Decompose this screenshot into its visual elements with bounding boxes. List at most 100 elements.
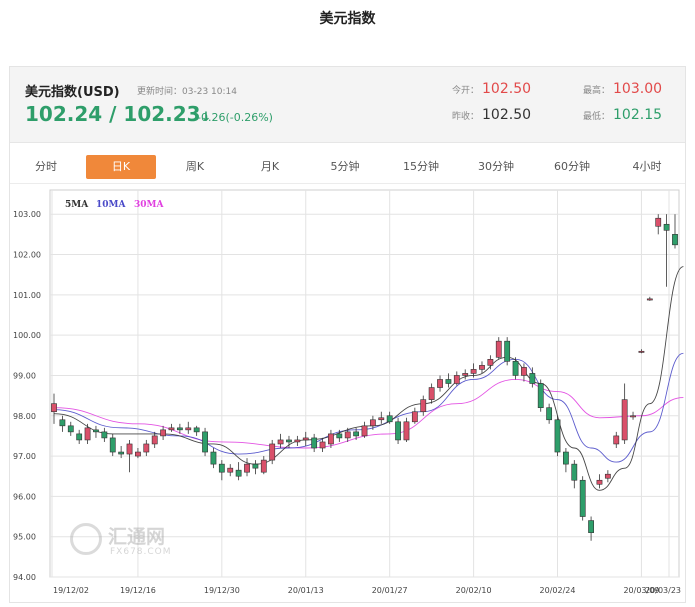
tab-30min[interactable]: 30分钟 [461, 155, 531, 179]
period-tabs: 分时 日K 周K 月K 5分钟 15分钟 30分钟 60分钟 4小时 [10, 143, 685, 184]
moving-average-lines [53, 266, 684, 491]
candle-body [93, 429, 99, 433]
candle [663, 214, 670, 287]
candle [378, 411, 385, 424]
candle-body [504, 340, 511, 362]
tab-weekly-k[interactable]: 周K [160, 155, 230, 179]
update-time: 更新时间：03-23 10:14 [137, 84, 237, 97]
candle [84, 423, 91, 444]
candle-body [369, 419, 376, 427]
candle-body [479, 365, 485, 370]
candle-body [193, 427, 200, 433]
candle [185, 421, 192, 434]
candle [411, 407, 418, 424]
candle-body [571, 463, 578, 481]
candle [571, 460, 578, 489]
candle-body [403, 421, 410, 441]
candle-body [59, 419, 66, 427]
candle-body [244, 463, 250, 473]
candle-body [613, 435, 620, 445]
instrument-name: 美元指数(USD) [25, 85, 120, 100]
candle [202, 427, 208, 457]
candle-body [160, 429, 166, 437]
candle-body [76, 433, 83, 441]
candle-body [378, 417, 385, 421]
open-value: 102.50 [482, 81, 532, 97]
candle-body [176, 427, 183, 431]
y-tick-label: 102.00 [13, 251, 41, 260]
current-price: 102.24 / 102.23↓ [25, 102, 212, 126]
candle [252, 460, 259, 475]
chart-legend: 5MA 10MA 30MA [65, 200, 164, 210]
candle [218, 460, 225, 481]
candle [630, 411, 636, 420]
candle [59, 415, 66, 432]
candle-body [470, 369, 477, 374]
candle-body [185, 427, 192, 431]
plot-frame [49, 189, 680, 578]
candle-body [621, 399, 628, 441]
candle [504, 337, 511, 366]
candle [579, 476, 586, 521]
candle [235, 462, 242, 481]
prev-close-value: 102.50 [482, 107, 532, 123]
candle [554, 415, 561, 457]
candle-body [252, 463, 259, 469]
low-stat: 最低： 102.15 [583, 107, 662, 123]
candle-body [202, 431, 208, 453]
x-axis-ticks: 19/12/02 19/12/16 19/12/30 20/01/13 20/01/27… [53, 586, 681, 595]
y-tick-label: 103.00 [13, 210, 41, 219]
candle [563, 448, 569, 473]
candle [420, 395, 427, 416]
candle-body [646, 298, 653, 301]
tab-daily-k[interactable]: 日K [86, 155, 156, 179]
x-tick-label: 20/01/13 [288, 586, 324, 595]
candle-body [168, 427, 175, 431]
candle [244, 458, 250, 477]
tab-4hour[interactable]: 4小时 [612, 155, 682, 179]
candle-body [411, 411, 418, 423]
candle-body [269, 443, 276, 461]
candle [453, 371, 460, 386]
tab-15min[interactable]: 15分钟 [386, 155, 456, 179]
candle [437, 375, 443, 392]
candle [495, 337, 502, 360]
candle-body [445, 379, 452, 384]
candle-body [302, 437, 309, 441]
candle [596, 474, 603, 489]
tab-60min[interactable]: 60分钟 [537, 155, 607, 179]
candle-body [109, 437, 116, 453]
watermark-text-main: 汇通网 [108, 526, 166, 548]
fx678-logo-watermark: 汇通网 FX678.COM [70, 521, 200, 567]
candle-body [529, 373, 536, 384]
x-tick-label: 20/02/24 [540, 586, 576, 595]
candle [621, 383, 628, 444]
tab-5min[interactable]: 5分钟 [310, 155, 380, 179]
candle-body [420, 399, 427, 413]
candle [537, 379, 544, 412]
page-title: 美元指数 [319, 11, 376, 27]
x-tick-label: 19/12/30 [204, 586, 240, 595]
candle-body [319, 441, 326, 449]
candle-body [655, 217, 662, 227]
watermark-text-url: FX678.COM [110, 547, 172, 557]
candle-body [437, 379, 443, 388]
high-label: 最高： [583, 86, 611, 96]
candle-body [294, 439, 301, 443]
candle [135, 448, 141, 459]
candle-body [328, 433, 334, 445]
candle-body [386, 415, 393, 423]
quote-panel: 美元指数(USD) 更新时间：03-23 10:14 102.24 / 102.… [9, 66, 686, 603]
y-tick-label: 95.00 [13, 533, 36, 542]
candle-body [67, 425, 74, 433]
candle [302, 431, 309, 446]
tab-monthly-k[interactable]: 月K [235, 155, 305, 179]
candle [168, 423, 175, 432]
candle [604, 470, 611, 483]
y-tick-label: 100.00 [13, 331, 41, 340]
candle-body [596, 479, 603, 485]
candle-body [210, 451, 217, 465]
candle [428, 383, 435, 404]
tab-intraday[interactable]: 分时 [11, 155, 81, 179]
x-tick-label: 19/12/16 [120, 586, 156, 595]
